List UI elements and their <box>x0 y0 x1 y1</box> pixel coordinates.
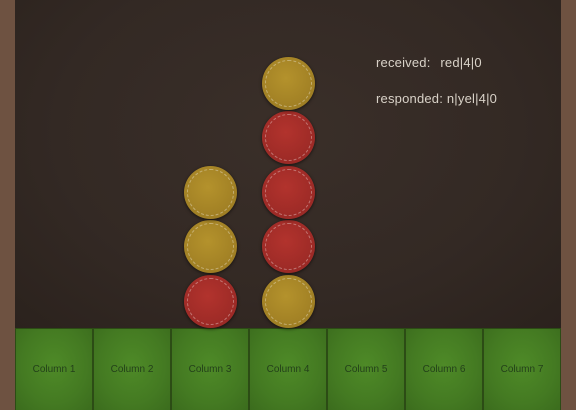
red-disc <box>261 220 315 273</box>
yellow-disc <box>183 220 237 273</box>
received-status: received: red|4|0 <box>376 55 482 70</box>
column-1-button[interactable]: Column 1 <box>15 328 93 410</box>
column-3-button[interactable]: Column 3 <box>171 328 249 410</box>
column-7-button[interactable]: Column 7 <box>483 328 561 410</box>
yellow-disc <box>261 274 315 328</box>
game-frame: received: red|4|0 responded: n|yel|4|0 C… <box>0 0 576 410</box>
column-2-button[interactable]: Column 2 <box>93 328 171 410</box>
column-4-button[interactable]: Column 4 <box>249 328 327 410</box>
yellow-disc <box>183 165 237 219</box>
column-buttons: Column 1 Column 2 Column 3 Column 4 Colu… <box>15 328 561 410</box>
red-disc <box>183 274 237 328</box>
yellow-disc <box>261 56 315 110</box>
red-disc <box>261 165 315 219</box>
received-label: received: <box>376 55 431 70</box>
red-disc <box>261 111 315 164</box>
column-5-button[interactable]: Column 5 <box>327 328 405 410</box>
responded-value: n|yel|4|0 <box>446 91 498 106</box>
received-value: red|4|0 <box>440 55 482 70</box>
column-6-button[interactable]: Column 6 <box>405 328 483 410</box>
responded-label: responded: <box>376 91 444 106</box>
responded-status: responded: n|yel|4|0 <box>376 91 497 106</box>
